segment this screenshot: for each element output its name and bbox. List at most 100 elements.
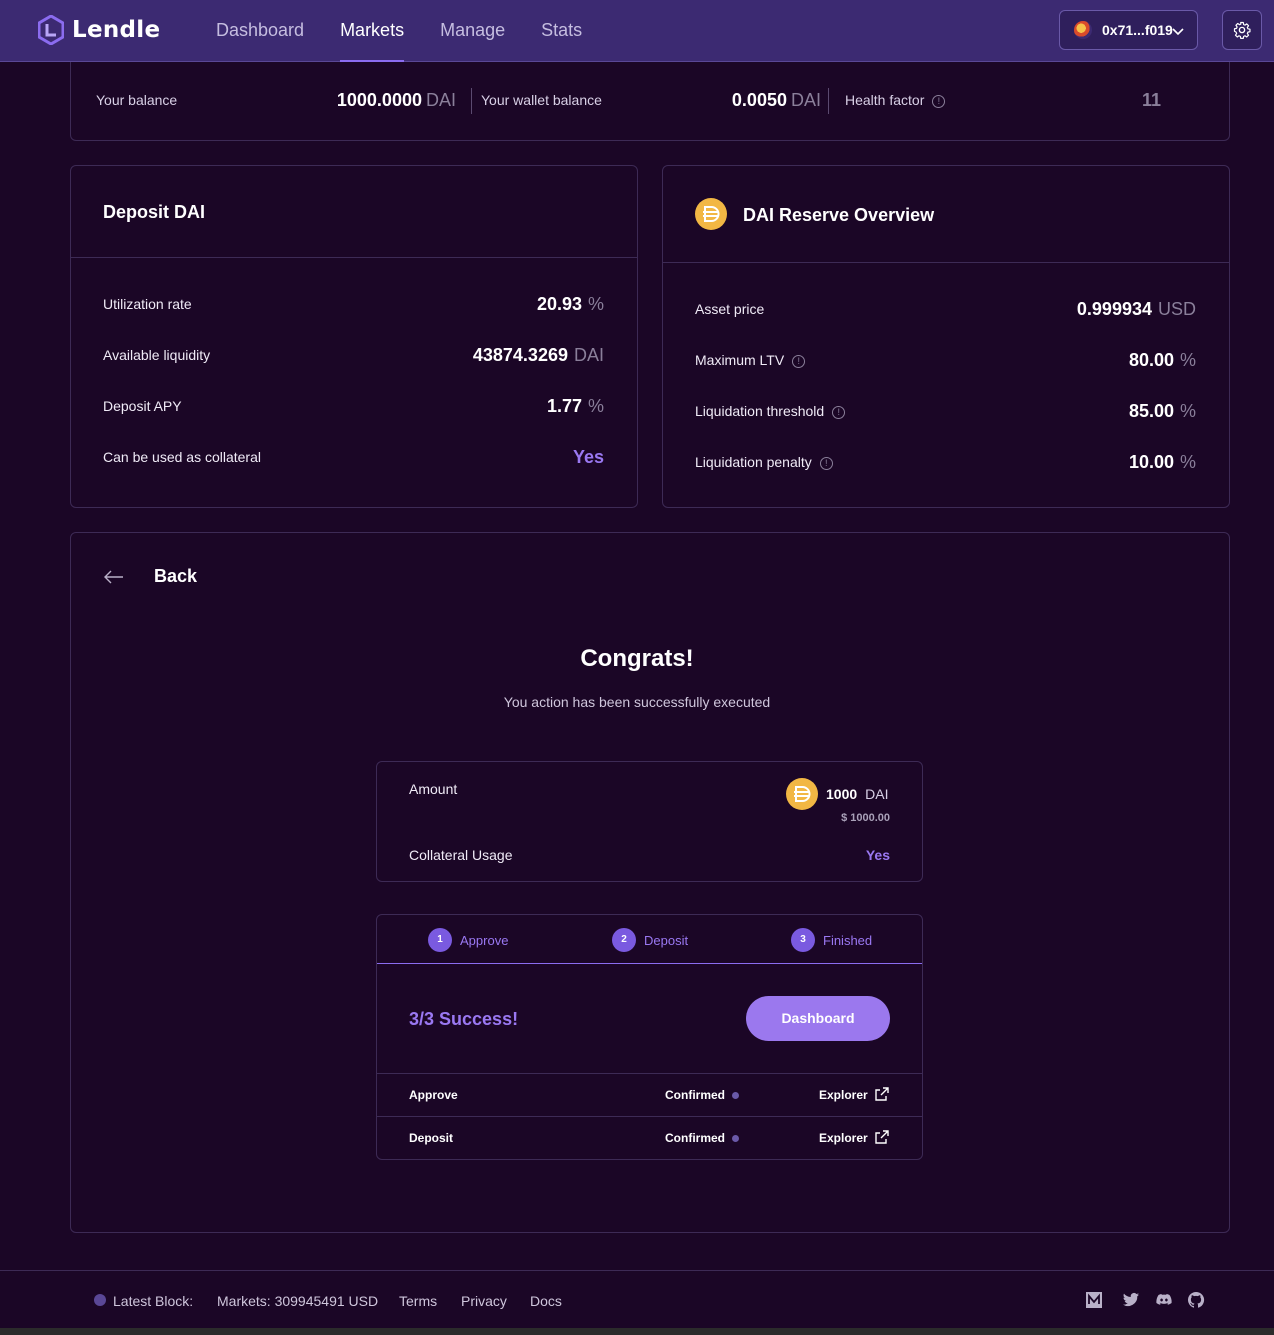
- step-number: 3: [791, 928, 815, 952]
- step-number: 1: [428, 928, 452, 952]
- asset-price-label: Asset price: [695, 301, 765, 317]
- footer-link-terms[interactable]: Terms: [399, 1293, 437, 1309]
- dai-token-icon: [695, 198, 727, 230]
- steps-progress-line: [377, 963, 922, 964]
- collateral-label: Can be used as collateral: [103, 449, 261, 465]
- success-message: 3/3 Success!: [409, 1009, 519, 1029]
- step-number: 2: [612, 928, 636, 952]
- wallet-balance-label: Your wallet balance: [481, 92, 602, 108]
- status-dot: [732, 1092, 739, 1099]
- liquidation-penalty-value: 10.00%: [1128, 452, 1196, 472]
- health-factor-value: 11: [1141, 90, 1161, 110]
- block-status-dot: [94, 1294, 106, 1306]
- utilization-rate-value: 20.93%: [536, 294, 604, 314]
- window-bottom-strip: [0, 1328, 1274, 1335]
- discord-icon[interactable]: [1155, 1291, 1173, 1309]
- divider: [471, 88, 472, 114]
- asset-price-value: 0.999934 USD: [1076, 299, 1196, 319]
- available-liquidity-value: 43874.3269 DAI: [472, 345, 604, 365]
- your-balance-value: 1000.0000 DAI: [336, 90, 456, 110]
- brand-name: Lendle: [72, 17, 161, 43]
- divider: [663, 262, 1229, 263]
- wallet-address: 0x71...f019: [1102, 22, 1173, 38]
- step-approve: 1 Approve: [428, 928, 508, 952]
- liquidation-penalty-label: Liquidation penalty!: [695, 454, 833, 470]
- step-label: Approve: [460, 932, 509, 948]
- nav-manage[interactable]: Manage: [422, 0, 523, 62]
- info-icon[interactable]: !: [832, 405, 846, 419]
- info-icon[interactable]: !: [792, 354, 806, 368]
- info-icon[interactable]: !: [932, 94, 946, 108]
- congrats-subtitle: You action has been successfully execute…: [503, 694, 771, 710]
- medium-icon[interactable]: [1085, 1291, 1103, 1309]
- settings-button[interactable]: [1222, 10, 1262, 50]
- nav-markets[interactable]: Markets: [322, 0, 422, 62]
- reserve-card-title: DAI Reserve Overview: [743, 205, 935, 225]
- tx-name: Approve: [409, 1088, 458, 1102]
- liquidation-threshold-label: Liquidation threshold!: [695, 403, 846, 419]
- amount-label: Amount: [409, 781, 458, 797]
- balance-summary-bar: Your balance 1000.0000 DAI Your wallet ba…: [70, 62, 1230, 141]
- maximum-ltv-value: 80.00%: [1128, 350, 1196, 370]
- wallet-button[interactable]: 0x71...f019: [1059, 10, 1198, 50]
- liquidation-threshold-value: 85.00%: [1128, 401, 1196, 421]
- markets-total: Markets: 309945491 USD: [217, 1293, 379, 1309]
- available-liquidity-label: Available liquidity: [103, 347, 211, 363]
- dai-token-icon: [786, 778, 818, 810]
- health-factor-label: Health factor!: [845, 92, 946, 108]
- deposit-apy-label: Deposit APY: [103, 398, 182, 414]
- dashboard-button[interactable]: Dashboard: [746, 996, 890, 1041]
- divider: [71, 257, 637, 258]
- latest-block-label: Latest Block:: [113, 1293, 194, 1309]
- info-icon[interactable]: !: [819, 456, 833, 470]
- chevron-down-icon: [1172, 28, 1184, 36]
- collateral-usage-value: Yes: [865, 847, 890, 863]
- maximum-ltv-label: Maximum LTV!: [695, 352, 806, 368]
- step-label: Finished: [823, 932, 873, 948]
- footer-link-docs[interactable]: Docs: [530, 1293, 562, 1309]
- deposit-info-card: Deposit DAI Utilization rate 20.93% Avai…: [70, 165, 638, 508]
- amount-value: 1000 DAI: [826, 786, 889, 802]
- amount-usd: $ 1000.00: [841, 812, 890, 824]
- wallet-avatar: [1074, 21, 1092, 39]
- external-link-icon[interactable]: [874, 1129, 890, 1145]
- lendle-logo-icon: [38, 15, 64, 45]
- top-navbar: Lendle Dashboard Markets Manage Stats 0x…: [0, 0, 1274, 62]
- your-balance-label: Your balance: [96, 92, 178, 108]
- transaction-steps: 1 Approve 2 Deposit 3 Finished 3/3 Succe…: [376, 914, 923, 1160]
- step-deposit: 2 Deposit: [612, 928, 688, 952]
- transaction-summary: Amount 1000 DAI $ 1000.00 Collateral Usag…: [376, 761, 923, 882]
- twitter-icon[interactable]: [1122, 1291, 1140, 1309]
- arrow-left-icon: [104, 570, 123, 583]
- divider: [828, 88, 829, 114]
- table-row: Deposit Confirmed Explorer: [377, 1116, 922, 1159]
- external-link-icon[interactable]: [874, 1086, 890, 1102]
- brand-logo[interactable]: Lendle: [38, 15, 160, 45]
- explorer-link[interactable]: Explorer: [819, 1088, 868, 1102]
- deposit-card-title: Deposit DAI: [103, 202, 206, 222]
- deposit-apy-value: 1.77%: [546, 396, 604, 416]
- tx-name: Deposit: [409, 1131, 454, 1145]
- footer: Latest Block: Markets: 309945491 USD Ter…: [0, 1270, 1274, 1328]
- step-label: Deposit: [644, 932, 689, 948]
- gear-icon: [1233, 21, 1251, 39]
- utilization-rate-label: Utilization rate: [103, 296, 192, 312]
- back-label: Back: [154, 566, 198, 586]
- footer-link-privacy[interactable]: Privacy: [461, 1293, 507, 1309]
- congrats-title: Congrats!: [580, 645, 694, 672]
- status-dot: [732, 1135, 739, 1142]
- step-finished: 3 Finished: [791, 928, 872, 952]
- table-row: Approve Confirmed Explorer: [377, 1073, 922, 1116]
- tx-status: Confirmed: [665, 1131, 725, 1145]
- nav-stats[interactable]: Stats: [523, 0, 600, 62]
- explorer-link[interactable]: Explorer: [819, 1131, 868, 1145]
- collateral-value: Yes: [572, 447, 604, 467]
- back-button[interactable]: Back: [104, 566, 197, 587]
- wallet-balance-value: 0.0050 DAI: [731, 90, 821, 110]
- main-nav: Dashboard Markets Manage Stats: [198, 0, 600, 62]
- collateral-usage-label: Collateral Usage: [409, 847, 513, 863]
- reserve-overview-card: DAI Reserve Overview Asset price 0.99993…: [662, 165, 1230, 508]
- nav-dashboard[interactable]: Dashboard: [198, 0, 322, 62]
- tx-status: Confirmed: [665, 1088, 725, 1102]
- github-icon[interactable]: [1187, 1291, 1205, 1309]
